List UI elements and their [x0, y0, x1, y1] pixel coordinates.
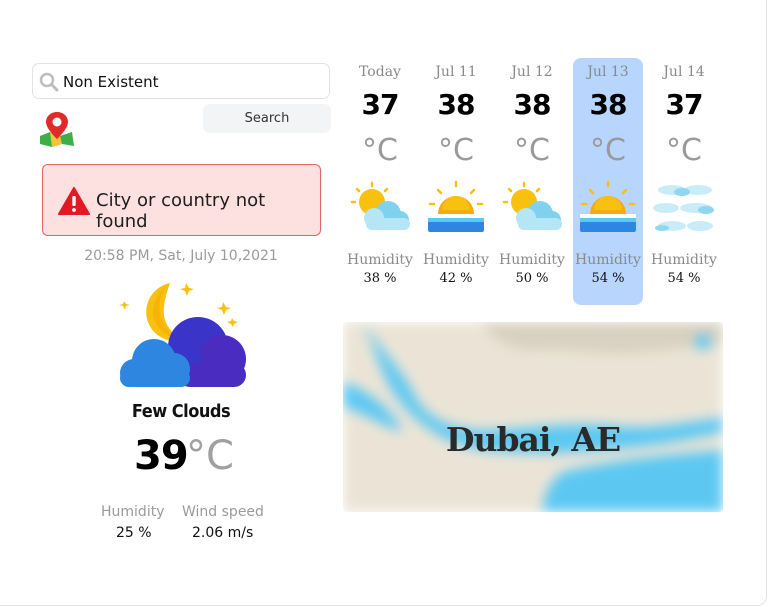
current-temperature: 39	[134, 433, 189, 479]
moon-clouds-icon	[119, 283, 246, 387]
weather-card: Non Existent Search City or country not …	[0, 0, 767, 606]
forecast-temperature: 37	[361, 88, 400, 121]
forecast-temperature: 38	[437, 88, 476, 121]
forecast-humidity-value: 42 %	[439, 271, 473, 286]
sun-cloud-icon	[502, 181, 562, 230]
forecast-humidity-label: Humidity	[651, 252, 717, 268]
humidity-label: Humidity	[101, 504, 165, 520]
current-temperature-unit: °C	[186, 433, 234, 479]
wind-speed-label: Wind speed	[182, 504, 264, 520]
map-image	[343, 322, 723, 512]
forecast-day[interactable]: Jul 13 38 °C Humidity 54 %	[573, 58, 643, 305]
location-pin-icon[interactable]	[38, 110, 76, 148]
forecast-humidity-label: Humidity	[499, 252, 565, 268]
forecast-humidity-value: 50 %	[515, 271, 549, 286]
forecast-temperature-unit: °C	[590, 133, 626, 168]
forecast-date: Jul 13	[587, 64, 629, 80]
search-icon	[39, 72, 59, 92]
sunset-sea-icon	[428, 180, 484, 232]
city-map[interactable]	[343, 322, 723, 512]
forecast-temperature-unit: °C	[438, 133, 474, 168]
search-button[interactable]: Search	[203, 104, 331, 133]
error-message: City or country not found	[96, 190, 266, 232]
sunset-sea-icon	[580, 180, 636, 232]
warning-icon	[58, 187, 90, 215]
map-city-label: Dubai, AE	[445, 420, 621, 459]
forecast-humidity-value: 54 %	[591, 271, 625, 286]
forecast-temperature: 38	[513, 88, 552, 121]
current-datetime: 20:58 PM, Sat, July 10,2021	[84, 248, 278, 264]
forecast-temperature-unit: °C	[362, 133, 398, 168]
forecast-day[interactable]: Jul 14 37 °C Humidity 54 %	[649, 58, 719, 305]
forecast-date: Jul 14	[663, 64, 705, 80]
current-condition: Few Clouds	[131, 401, 231, 422]
error-alert: City or country not found	[42, 164, 321, 236]
sun-cloud-icon	[350, 181, 410, 230]
search-input-value[interactable]: Non Existent	[63, 73, 159, 91]
forecast-date: Jul 12	[511, 64, 553, 80]
forecast-date: Today	[359, 64, 401, 80]
search-input[interactable]: Non Existent	[32, 63, 330, 99]
forecast-date: Jul 11	[435, 64, 477, 80]
forecast-day[interactable]: Jul 11 38 °C Humidity 42 %	[421, 58, 491, 305]
forecast-humidity-label: Humidity	[347, 252, 413, 268]
forecast-temperature-unit: °C	[514, 133, 550, 168]
forecast-temperature-unit: °C	[666, 133, 702, 168]
forecast-temperature: 38	[589, 88, 628, 121]
forecast-humidity-label: Humidity	[575, 252, 641, 268]
forecast-temperature: 37	[665, 88, 704, 121]
forecast-humidity-value: 54 %	[667, 271, 701, 286]
forecast-humidity-label: Humidity	[423, 252, 489, 268]
wind-speed-value: 2.06 m/s	[192, 525, 254, 541]
forecast-day[interactable]: Today 37 °C Humidity 38 %	[345, 58, 415, 305]
forecast-day[interactable]: Jul 12 38 °C Humidity 50 %	[497, 58, 567, 305]
humidity-value: 25 %	[116, 525, 152, 541]
forecast-humidity-value: 38 %	[363, 271, 397, 286]
clouds-icon	[653, 185, 714, 231]
